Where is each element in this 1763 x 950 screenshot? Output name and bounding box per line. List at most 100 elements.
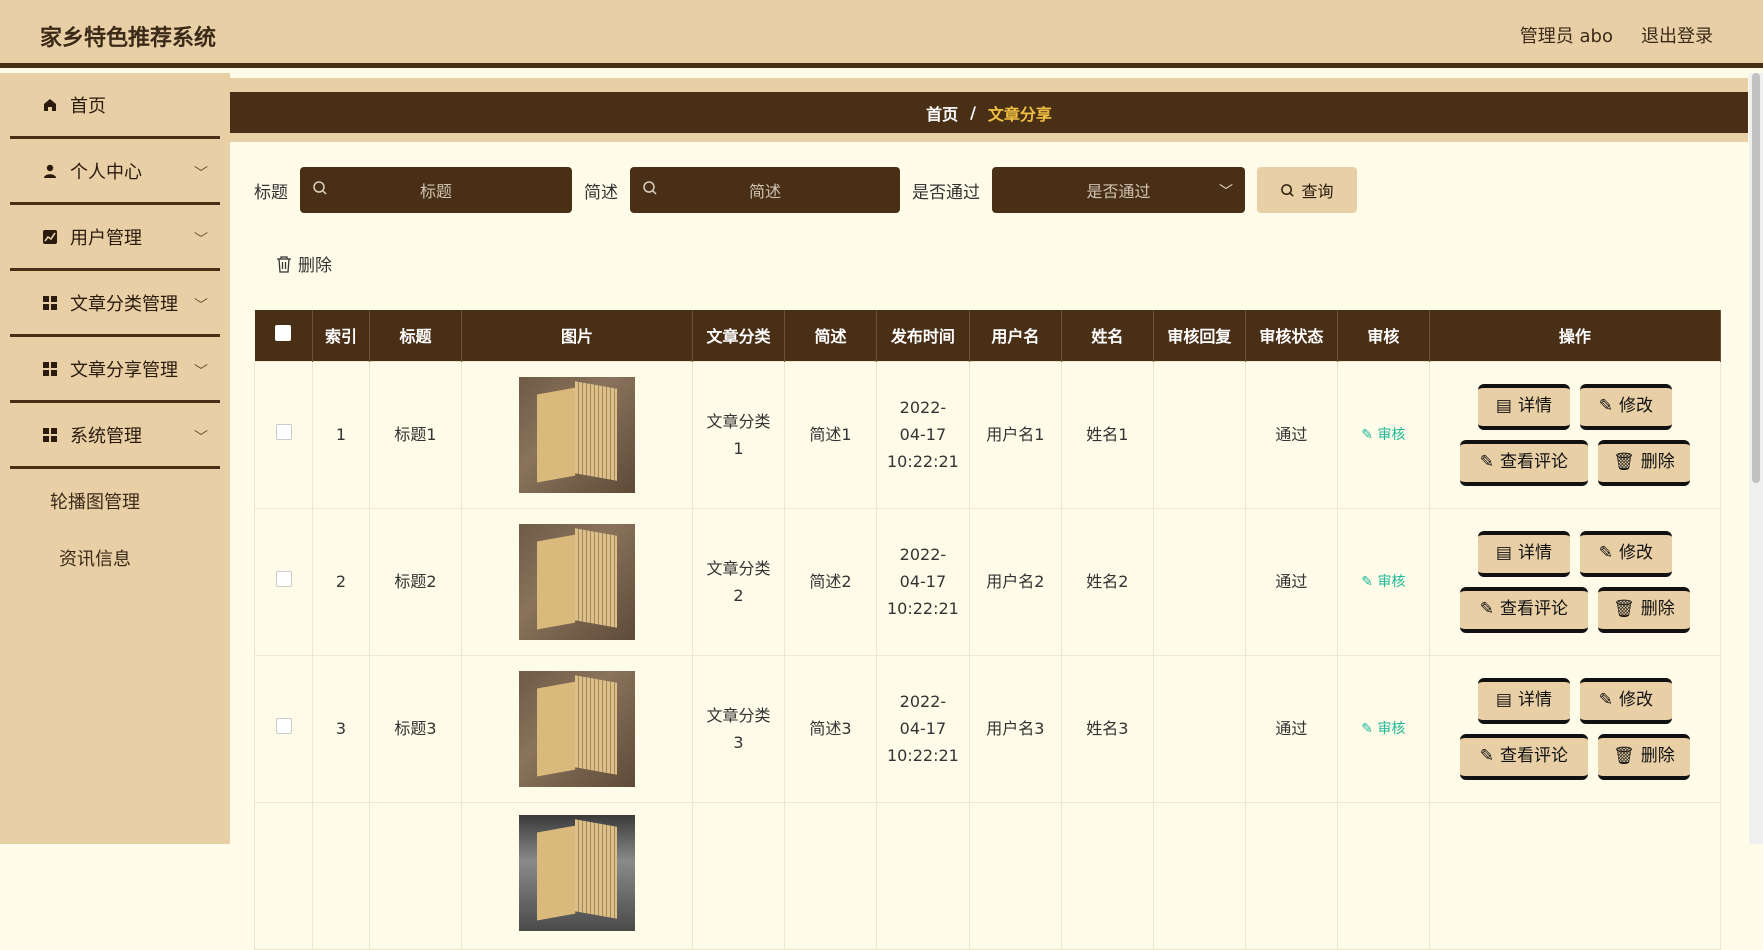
row-actions-top: ▤ 详情 ✎ 修改 [1477, 383, 1672, 430]
submenu-item-carousel[interactable]: 轮播图管理 [0, 472, 230, 529]
select-all-header[interactable] [254, 310, 313, 361]
title-search-input[interactable]: 标题 [300, 167, 572, 213]
scrollbar-thumb[interactable] [1752, 73, 1760, 483]
audit-cell [1336, 801, 1430, 950]
category-cell: 文章分类3 [692, 654, 785, 803]
time-cell: 2022-04-17 10:22:21 [876, 507, 970, 656]
search-bar: 标题 标题 简述 简述 是否通过 是否通过 ﹀ 查询 [254, 167, 1357, 213]
document-icon: ▤ [1495, 690, 1512, 710]
reply-cell [1152, 654, 1246, 803]
audit-link[interactable]: ✎ 审核 [1361, 721, 1405, 737]
row-select-cell[interactable] [254, 654, 313, 803]
article-image [519, 523, 635, 640]
submenu-item-news[interactable]: 资讯信息 [0, 529, 230, 586]
sidebar-item-user-management[interactable]: 用户管理 ﹀ [10, 205, 220, 271]
grid-icon [40, 295, 60, 310]
name-cell: 姓名3 [1060, 654, 1154, 803]
search-icon [312, 180, 328, 196]
sidebar-item-article-category[interactable]: 文章分类管理 ﹀ [10, 271, 220, 337]
breadcrumb-home[interactable]: 首页 [926, 101, 958, 125]
trash-icon: 🗑 [1613, 746, 1635, 766]
row-checkbox[interactable] [275, 718, 292, 734]
sidebar-item-article-share[interactable]: 文章分享管理 ﹀ [10, 337, 220, 403]
chart-icon [40, 229, 60, 244]
page-scrollbar[interactable] [1749, 73, 1763, 844]
brief-cell: 简述3 [784, 654, 877, 803]
top-bar: 家乡特色推荐系统 管理员 abo 退出登录 [0, 0, 1763, 68]
edit-icon: ✎ [1361, 574, 1378, 590]
delete-button[interactable]: 🗑 删除 [1597, 439, 1690, 486]
breadcrumb: 首页 / 文章分享 [230, 92, 1748, 133]
brief-cell: 简述2 [784, 507, 877, 656]
select-all-checkbox[interactable] [275, 325, 292, 342]
brief-search-input[interactable]: 简述 [630, 167, 900, 213]
status-cell: 通过 [1244, 360, 1338, 509]
edit-icon: ✎ [1361, 427, 1378, 443]
reply-cell [1152, 360, 1246, 509]
row-checkbox[interactable] [275, 571, 292, 587]
column-header: 审核状态 [1245, 310, 1338, 361]
delete-button[interactable]: 🗑 删除 [1597, 733, 1690, 780]
category-cell: 文章分类1 [692, 360, 785, 509]
row-actions-top: ▤ 详情 ✎ 修改 [1477, 677, 1672, 724]
sidebar-item-system[interactable]: 系统管理 ﹀ [10, 403, 220, 469]
sidebar-item-label: 首页 [70, 95, 106, 117]
audit-link[interactable]: ✎ 审核 [1361, 427, 1405, 443]
row-actions-bottom: ✎ 查看评论 🗑 删除 [1459, 586, 1690, 633]
name-cell: 姓名2 [1060, 507, 1154, 656]
edit-icon: ✎ [1479, 452, 1495, 472]
row-select-cell[interactable] [254, 507, 313, 656]
image-cell [461, 654, 693, 803]
breadcrumb-separator: / [970, 103, 976, 122]
time-cell: 2022-04-17 10:22:21 [876, 654, 970, 803]
pass-filter-label: 是否通过 [912, 182, 980, 203]
search-icon [642, 180, 658, 196]
category-cell: 文章分类2 [692, 507, 785, 656]
sidebar-item-home[interactable]: 首页 [10, 73, 220, 139]
logout-link[interactable]: 退出登录 [1641, 22, 1713, 48]
edit-button[interactable]: ✎ 修改 [1579, 383, 1672, 430]
status-cell: 通过 [1244, 654, 1338, 803]
sidebar-item-personal-center[interactable]: 个人中心 ﹀ [10, 139, 220, 205]
pass-filter-select[interactable]: 是否通过 ﹀ [992, 167, 1245, 213]
query-button-label: 查询 [1301, 182, 1334, 201]
chevron-down-icon: ﹀ [194, 298, 208, 314]
detail-button-label: 详情 [1517, 543, 1552, 563]
sidebar-item-label: 文章分享管理 [70, 359, 178, 381]
home-icon [40, 98, 60, 112]
delete-button[interactable]: 🗑 删除 [1597, 586, 1690, 633]
detail-button[interactable]: ▤ 详情 [1477, 677, 1570, 724]
table-row: 2 标题2 文章分类2 简述2 2022-04-17 10:22:21 用户名2… [254, 507, 1722, 656]
detail-button[interactable]: ▤ 详情 [1477, 530, 1570, 577]
title-cell: 标题2 [369, 507, 462, 656]
detail-button[interactable]: ▤ 详情 [1477, 383, 1570, 430]
edit-button[interactable]: ✎ 修改 [1579, 530, 1672, 577]
view-comments-label: 查看评论 [1500, 452, 1569, 472]
edit-icon: ✎ [1479, 599, 1495, 619]
trash-icon: 🗑 [1613, 452, 1635, 472]
column-header: 标题 [369, 310, 462, 361]
user-label[interactable]: 管理员 abo [1520, 22, 1613, 48]
document-icon: ▤ [1495, 396, 1512, 416]
status-cell: 通过 [1244, 507, 1338, 656]
title-cell [369, 801, 462, 950]
audit-link[interactable]: ✎ 审核 [1361, 574, 1405, 590]
column-header: 简述 [784, 310, 877, 361]
view-comments-button[interactable]: ✎ 查看评论 [1459, 586, 1588, 633]
row-checkbox[interactable] [275, 424, 292, 440]
batch-delete-button[interactable]: 删除 [276, 251, 332, 276]
article-share-table: 索引 标题 图片 文章分类 简述 发布时间 用户名 姓名 审核回复 审核状态 审… [254, 310, 1722, 950]
detail-button-label: 详情 [1517, 690, 1552, 710]
query-button[interactable]: 查询 [1257, 167, 1357, 213]
username-cell: 用户名2 [968, 507, 1062, 656]
sidebar-item-label: 个人中心 [70, 161, 142, 183]
sidebar-item-label: 用户管理 [70, 227, 142, 249]
article-image [519, 670, 635, 787]
chevron-down-icon: ﹀ [1219, 184, 1233, 200]
brief-cell [784, 801, 877, 950]
view-comments-button[interactable]: ✎ 查看评论 [1459, 733, 1588, 780]
delete-button-label: 删除 [1640, 452, 1675, 472]
edit-button[interactable]: ✎ 修改 [1579, 677, 1672, 724]
view-comments-button[interactable]: ✎ 查看评论 [1459, 439, 1588, 486]
row-select-cell[interactable] [254, 360, 313, 509]
